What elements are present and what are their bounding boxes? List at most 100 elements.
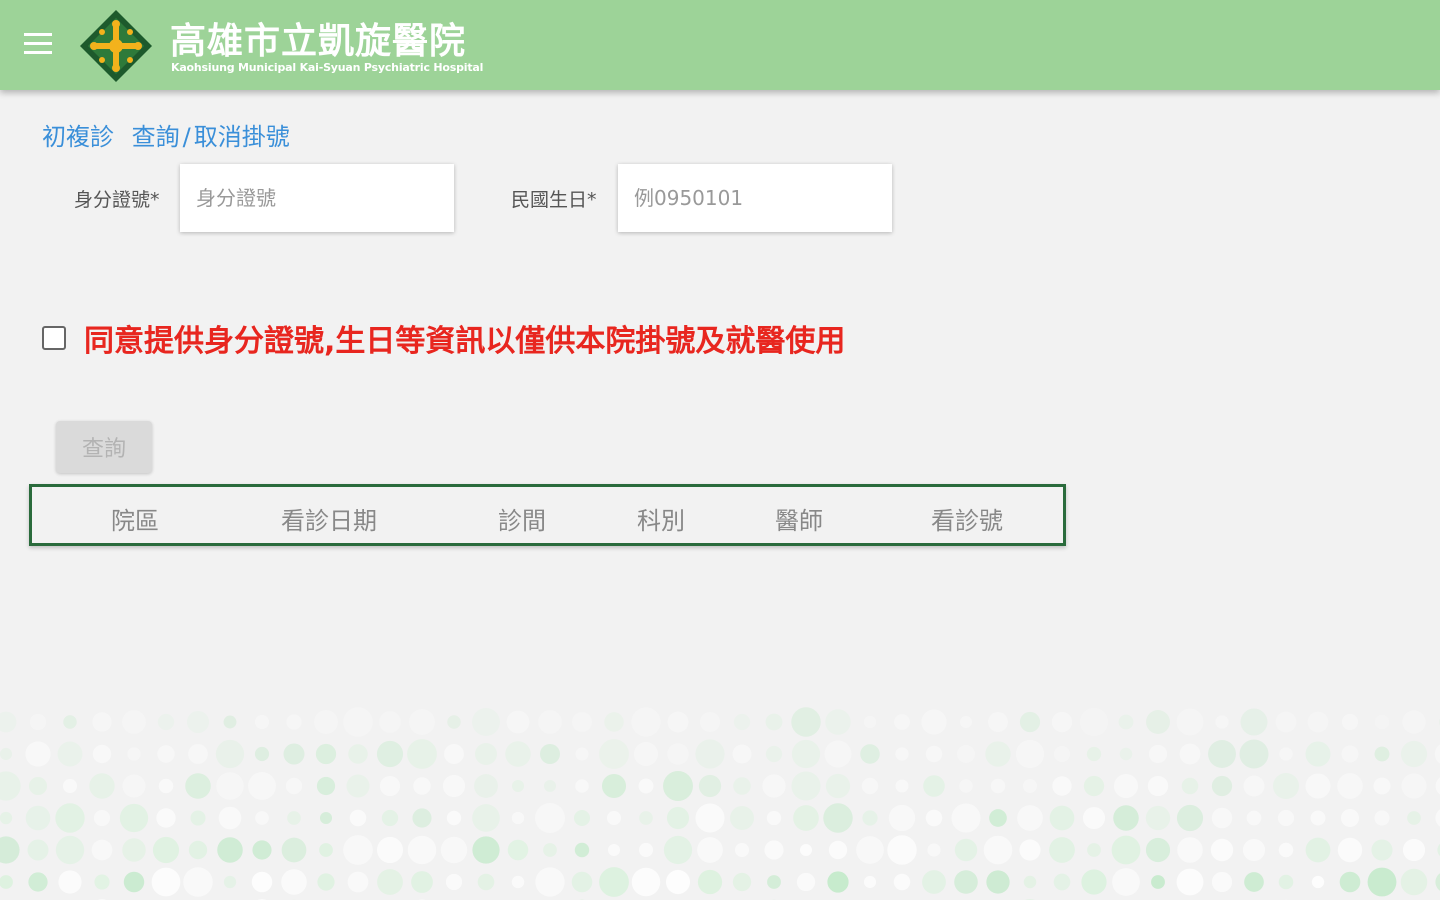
decorative-dot	[1339, 871, 1361, 893]
decorative-dot	[281, 869, 307, 895]
decorative-dot	[1374, 714, 1390, 730]
decorative-dot	[445, 873, 463, 891]
decorative-dot	[1305, 741, 1331, 767]
decorative-dot	[0, 811, 13, 825]
decorative-dot	[791, 707, 821, 737]
decorative-dot	[89, 773, 115, 799]
decorative-dot	[638, 778, 654, 794]
decorative-dot	[767, 875, 781, 889]
decorative-dot	[1119, 747, 1133, 761]
id-number-input[interactable]	[180, 164, 454, 232]
decorative-dot	[1400, 740, 1428, 768]
decorative-dot	[317, 873, 335, 891]
decorative-dot	[1305, 837, 1331, 863]
decorative-dot	[283, 743, 305, 765]
decorative-dot	[1434, 744, 1440, 764]
decorative-dot	[1023, 875, 1037, 889]
decorative-dot	[791, 771, 821, 801]
decorative-dot	[1053, 873, 1071, 891]
hamburger-menu-icon[interactable]	[24, 33, 54, 57]
consent-row: 同意提供身分證號,生日等資訊以僅供本院掛號及就醫使用	[42, 316, 845, 360]
breadcrumb-cancel[interactable]: 取消掛號	[194, 123, 290, 151]
decorative-dot	[1275, 711, 1297, 733]
decorative-dot	[695, 803, 725, 833]
consent-checkbox[interactable]	[42, 326, 66, 350]
decorative-dot	[511, 811, 525, 825]
query-button[interactable]: 查詢	[56, 421, 152, 473]
decorative-dot	[1243, 775, 1265, 797]
decorative-dot	[216, 772, 244, 800]
decorative-dot	[28, 776, 48, 796]
decorative-dot	[349, 809, 367, 827]
decorative-dot	[633, 741, 659, 767]
decorative-dot	[472, 804, 500, 832]
decorative-dot	[94, 874, 110, 890]
column-header-campus: 院區	[111, 507, 159, 535]
decorative-dot	[157, 745, 175, 763]
decorative-dot	[127, 747, 141, 761]
decorative-dot-pattern	[0, 707, 1440, 900]
decorative-dot	[1310, 810, 1326, 826]
breadcrumb-query[interactable]: 查詢	[132, 123, 180, 151]
decorative-dot	[1371, 839, 1393, 861]
decorative-dot	[667, 711, 689, 733]
decorative-dot	[119, 803, 149, 833]
decorative-dot	[313, 709, 339, 735]
decorative-dot	[0, 836, 20, 864]
decorative-dot	[571, 871, 593, 893]
breadcrumb: 初複診 查詢 / 取消掛號	[42, 117, 290, 152]
decorative-dot	[606, 810, 622, 826]
decorative-dot	[1240, 708, 1268, 736]
decorative-dot	[1151, 875, 1165, 889]
decorative-dot	[409, 709, 435, 735]
decorative-dot	[887, 835, 917, 865]
decorative-dot	[285, 777, 303, 795]
decorative-dot	[156, 808, 176, 828]
decorative-dot	[543, 843, 557, 857]
decorative-dot	[730, 806, 754, 830]
decorative-dot	[538, 710, 562, 734]
decorative-dot	[1176, 868, 1204, 896]
decorative-dot	[252, 840, 272, 860]
decorative-dot	[413, 777, 431, 795]
decorative-dot	[925, 809, 943, 827]
decorative-dot	[988, 712, 1008, 732]
breadcrumb-first-visit[interactable]: 初複診	[42, 123, 114, 151]
decorative-dot	[1244, 872, 1264, 892]
decorative-dot	[575, 747, 589, 761]
decorative-dot	[1111, 835, 1141, 865]
decorative-dot	[1278, 874, 1294, 890]
decorative-dot	[188, 744, 208, 764]
decorative-dot	[123, 871, 145, 893]
hospital-logo-icon[interactable]	[78, 8, 154, 84]
decorative-dot	[25, 805, 51, 831]
decorative-dot	[1407, 811, 1421, 825]
birthday-input[interactable]	[618, 164, 892, 232]
decorative-dot	[959, 715, 973, 729]
decorative-dot	[732, 872, 752, 892]
decorative-dot	[122, 710, 146, 734]
decorative-dot	[381, 809, 399, 827]
decorative-dot	[1118, 714, 1134, 730]
decorative-dot	[765, 713, 783, 731]
decorative-dot	[1181, 777, 1199, 795]
decorative-dot	[1017, 805, 1043, 831]
decorative-dot	[1052, 776, 1072, 796]
column-header-department: 科別	[637, 507, 685, 535]
decorative-dot	[607, 843, 621, 857]
decorative-dot	[951, 803, 981, 833]
decorative-dot	[92, 712, 112, 732]
decorative-dot	[1022, 778, 1038, 794]
decorative-dot	[1337, 773, 1363, 799]
decorative-dot	[535, 803, 565, 833]
decorative-dot	[93, 809, 111, 827]
decorative-dot	[475, 743, 497, 765]
decorative-dot	[28, 872, 48, 892]
decorative-dot	[762, 774, 786, 798]
decorative-dot	[0, 875, 13, 889]
decorative-dot	[58, 870, 82, 894]
decorative-dot	[732, 744, 752, 764]
decorative-dot	[1049, 805, 1075, 831]
decorative-dot	[446, 810, 462, 826]
decorative-dot	[29, 713, 47, 731]
